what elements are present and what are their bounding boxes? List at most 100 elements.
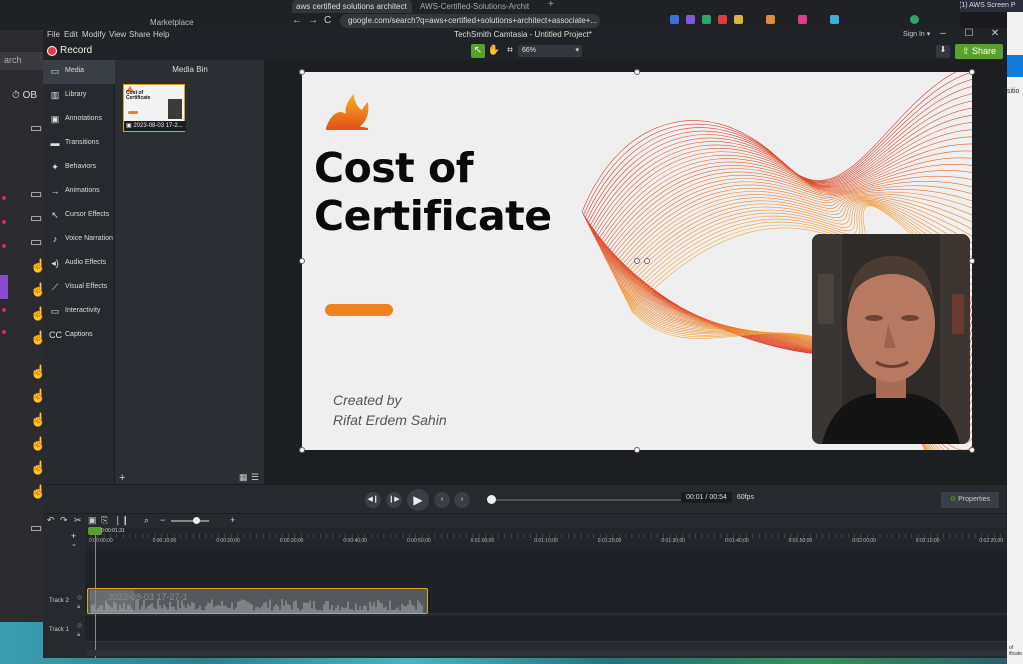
previous-icon[interactable]: ‹ — [434, 492, 450, 508]
scrub-knob[interactable] — [487, 495, 496, 504]
resize-handle[interactable] — [969, 69, 975, 75]
folder-icon[interactable]: ▭ — [30, 210, 42, 226]
reload-icon[interactable]: C — [324, 15, 331, 26]
sidebar-item-captions[interactable]: CC Captions — [43, 324, 115, 348]
properties-button[interactable]: ⚙ Properties — [941, 492, 999, 508]
resize-handle[interactable] — [299, 69, 305, 75]
sidebar-item-audio-effects[interactable]: ◂) Audio Effects — [43, 252, 115, 276]
sidebar-item-media[interactable]: ▭ Media — [43, 60, 115, 84]
menu-help[interactable]: Help — [153, 30, 169, 39]
redo-icon[interactable]: ↷ — [60, 515, 68, 526]
select-tool-icon[interactable]: ↖ — [471, 44, 485, 58]
profile-avatar[interactable] — [910, 15, 919, 24]
right-window-title[interactable]: (1) AWS Screen P — [955, 0, 1023, 12]
record-button[interactable]: Record — [60, 45, 92, 56]
grid-view-icon[interactable]: ▦ — [239, 472, 248, 483]
folder-icon[interactable]: ▭ — [30, 520, 42, 536]
timeline-ruler[interactable]: 0:00:00;00 0:00:10;00 0:00:20;00 0:00:30;00… — [85, 528, 1007, 550]
resize-handle[interactable] — [634, 447, 640, 453]
timeline-scrollbar[interactable] — [87, 650, 1007, 656]
menu-share[interactable]: Share — [129, 30, 150, 39]
eye-icon[interactable]: ◎ — [77, 594, 82, 601]
track-lane-1[interactable] — [85, 616, 1007, 642]
collapse-icon[interactable]: ⌄ — [71, 540, 77, 548]
address-bar[interactable]: google.com/search?q=aws+certified+soluti… — [340, 14, 600, 28]
extension-icon[interactable] — [718, 15, 727, 24]
list-view-icon[interactable]: ☰ — [251, 472, 259, 483]
resize-handle[interactable] — [969, 258, 975, 264]
lock-icon[interactable]: 🔒︎ — [77, 604, 80, 611]
extension-icon[interactable] — [702, 15, 711, 24]
sidebar-item-library[interactable]: ▥ Library — [43, 84, 115, 108]
crop-tool-icon[interactable]: ⌗ — [503, 44, 517, 58]
zoom-out-icon[interactable]: − — [160, 515, 165, 525]
menu-view[interactable]: View — [109, 30, 126, 39]
playhead-handle[interactable] — [88, 527, 102, 535]
sidebar-item-cursor-effects[interactable]: ↖ Cursor Effects — [43, 204, 115, 228]
resize-handle[interactable] — [634, 69, 640, 75]
resize-handle[interactable] — [299, 258, 305, 264]
track-lane-empty[interactable] — [85, 550, 1007, 590]
folder-icon[interactable]: ▭ — [30, 186, 42, 202]
zoom-slider[interactable] — [171, 520, 209, 522]
zoom-dropdown[interactable]: 66% ▾ — [518, 45, 582, 57]
center-handle[interactable] — [634, 258, 640, 264]
resize-handle[interactable] — [969, 447, 975, 453]
minimize-icon[interactable]: – — [929, 28, 957, 39]
extension-icon[interactable] — [734, 15, 743, 24]
pan-tool-icon[interactable]: ✋ — [487, 44, 501, 58]
maximize-icon[interactable]: ☐ — [955, 28, 983, 39]
share-button[interactable]: ⇧ Share — [955, 44, 1003, 59]
extension-icon[interactable] — [798, 15, 807, 24]
sidebar-item-transitions[interactable]: ▬ Transitions — [43, 132, 115, 156]
close-icon[interactable]: ✕ — [981, 28, 1009, 39]
new-tab-button[interactable]: + — [548, 0, 554, 10]
forward-icon[interactable]: → — [308, 15, 318, 26]
next-icon[interactable]: › — [454, 492, 470, 508]
marketplace-label[interactable]: Marketplace — [150, 18, 194, 27]
undo-icon[interactable]: ↶ — [47, 515, 55, 526]
sidebar-item-behaviors[interactable]: ✦ Behaviors — [43, 156, 115, 180]
sidebar-item-interactivity[interactable]: ▭ Interactivity — [43, 300, 115, 324]
zoom-slider-knob[interactable] — [193, 517, 200, 524]
resize-handle[interactable] — [299, 447, 305, 453]
folder-icon[interactable]: ▭ — [30, 234, 42, 250]
step-back-icon[interactable]: ◀❙ — [365, 492, 381, 508]
scrub-track[interactable] — [487, 499, 687, 501]
playhead-line[interactable] — [95, 528, 96, 658]
eye-icon[interactable]: ◎ — [77, 622, 82, 629]
step-forward-icon[interactable]: ❙▶ — [386, 492, 402, 508]
media-thumbnail[interactable]: Cost of Certificate ▣ 2023-08-03 17-2... — [123, 84, 186, 132]
sidebar-item-animations[interactable]: → Animations — [43, 180, 115, 204]
record-icon[interactable] — [47, 46, 57, 56]
add-media-button[interactable]: + — [119, 472, 125, 484]
sign-in-button[interactable]: Sign In ▾ — [903, 30, 930, 38]
copy-icon[interactable]: ▣ — [88, 515, 97, 526]
extension-icon[interactable] — [830, 15, 839, 24]
webcam-overlay[interactable] — [812, 234, 970, 444]
menu-edit[interactable]: Edit — [64, 30, 78, 39]
split-icon[interactable]: ❘❙ — [114, 515, 129, 526]
paste-icon[interactable]: ⎘ — [101, 515, 108, 526]
zoom-in-icon[interactable]: + — [230, 515, 235, 525]
sidebar-item-visual-effects[interactable]: ⟋ Visual Effects — [43, 276, 115, 300]
extension-icon[interactable] — [766, 15, 775, 24]
zoom-icon[interactable]: ⌕ — [144, 515, 149, 526]
play-icon[interactable]: ▶ — [407, 489, 429, 511]
download-icon[interactable]: ⬇ — [936, 45, 950, 58]
browser-tab-github[interactable]: AWS-Certified-Solutions-Archit — [416, 0, 542, 13]
menu-modify[interactable]: Modify — [82, 30, 106, 39]
sidebar-item-voice-narration[interactable]: ♪ Voice Narration — [43, 228, 115, 252]
media-clip[interactable]: 2023-08-03 17-27-1 — [87, 588, 428, 614]
sidebar-item-annotations[interactable]: ▣ Annotations — [43, 108, 115, 132]
folder-icon[interactable]: ▭ — [30, 120, 42, 136]
back-icon[interactable]: ← — [292, 15, 302, 26]
desktop-search-field[interactable]: arch — [0, 52, 44, 70]
extension-icon[interactable] — [670, 15, 679, 24]
right-window-tab[interactable] — [1007, 55, 1023, 77]
cut-icon[interactable]: ✂ — [74, 515, 82, 526]
menu-file[interactable]: File — [47, 30, 60, 39]
extension-icon[interactable] — [686, 15, 695, 24]
browser-tab-search[interactable]: aws certified solutions architect — [292, 0, 412, 13]
center-handle[interactable] — [644, 258, 650, 264]
